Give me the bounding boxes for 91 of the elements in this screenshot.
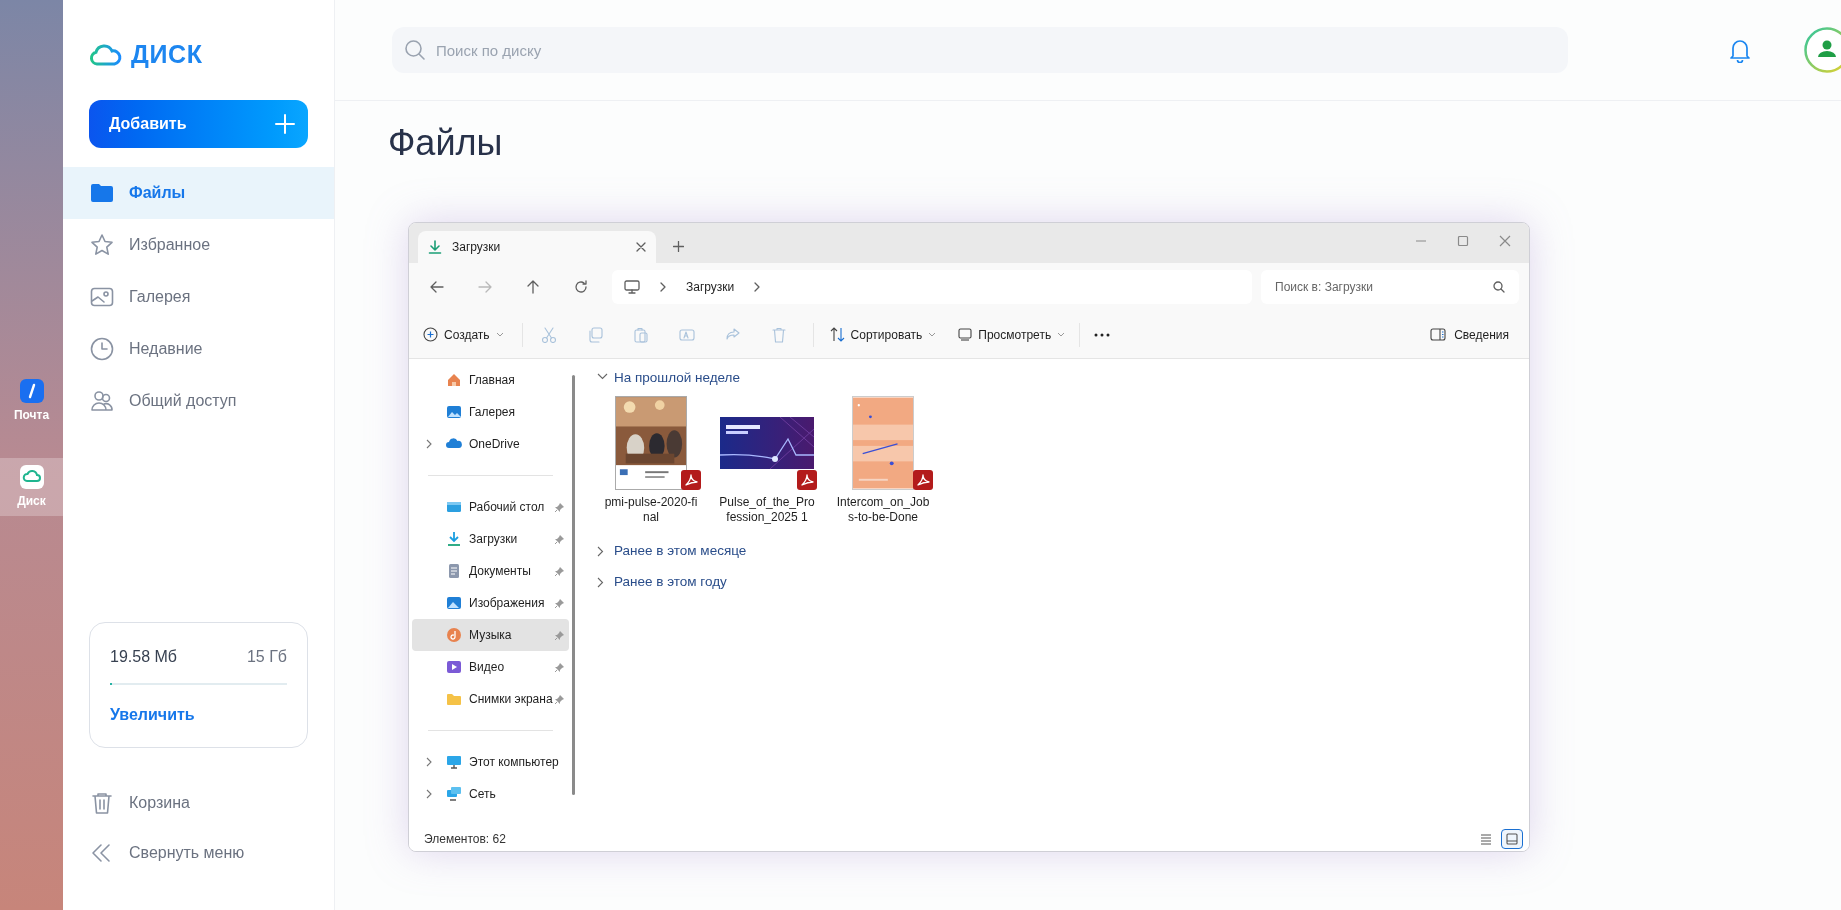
search-icon: [404, 39, 426, 61]
nav-pane-item[interactable]: Документы: [412, 555, 569, 587]
more-icon[interactable]: [1094, 332, 1111, 337]
upgrade-link[interactable]: Увеличить: [110, 706, 195, 723]
download-icon: [428, 240, 442, 254]
music-icon: [446, 627, 462, 643]
nav-pane-item[interactable]: Видео: [412, 651, 569, 683]
tiles-icon: [1503, 830, 1521, 848]
avatar-icon[interactable]: [1804, 27, 1841, 73]
chevron-right-icon[interactable]: [426, 789, 432, 799]
details-button[interactable]: Сведения: [1430, 325, 1509, 344]
disk-app-icon: [19, 464, 44, 489]
search-field[interactable]: Поиск в: Загрузки: [1261, 270, 1519, 304]
plus-circle-icon: [423, 327, 438, 342]
desktop-icon: [446, 499, 462, 515]
folder-icon: [446, 691, 462, 707]
address-bar[interactable]: Загрузки: [612, 270, 1252, 304]
document-icon: [446, 563, 462, 579]
image-icon: [446, 595, 462, 611]
download-icon: [446, 531, 462, 547]
page-title: Файлы: [388, 121, 504, 165]
cloud-logo-icon: [89, 43, 123, 67]
caret-icon: [495, 332, 504, 337]
group-header[interactable]: На прошлой неделе: [597, 365, 1529, 391]
star-icon: [89, 232, 115, 258]
status-text: Элементов: 62: [424, 831, 506, 848]
file-item[interactable]: Intercom_on_Jobs-to-be-Done: [831, 395, 935, 525]
used-space: 19.58 Мб: [110, 647, 177, 667]
nav-item[interactable]: Недавние: [63, 323, 334, 375]
pdf-icon: [913, 470, 933, 490]
monitor-icon: [624, 280, 640, 294]
trash-icon: [89, 790, 115, 816]
logo-text: ДИСК: [131, 39, 203, 71]
nav-item[interactable]: Общий доступ: [63, 375, 334, 427]
nav-item[interactable]: Галерея: [63, 271, 334, 323]
up-arrow-icon[interactable]: [526, 280, 540, 294]
chevron-right-icon[interactable]: [426, 757, 432, 767]
nav-pane-item[interactable]: Галерея: [412, 396, 569, 428]
home-icon: [446, 372, 462, 388]
back-arrow-icon[interactable]: [430, 280, 444, 294]
search-field[interactable]: Поиск по диску: [392, 27, 1568, 73]
nav-item[interactable]: Избранное: [63, 219, 334, 271]
mail-app-icon: [19, 378, 44, 403]
nav-item[interactable]: Файлы: [63, 167, 334, 219]
breadcrumb-item[interactable]: Загрузки: [686, 278, 735, 296]
nav-pane-item[interactable]: Рабочий стол: [412, 491, 569, 523]
nav-item[interactable]: Свернуть меню: [63, 828, 334, 878]
group-header[interactable]: Ранее в этом месяце: [597, 538, 1529, 564]
refresh-icon[interactable]: [574, 280, 588, 294]
tile-view-button[interactable]: [1501, 829, 1523, 849]
pdf-icon: [797, 470, 817, 490]
nav-pane-item[interactable]: Этот компьютер: [412, 746, 569, 778]
explorer-tab[interactable]: Загрузки: [418, 231, 656, 263]
group-header[interactable]: Ранее в этом году: [597, 569, 1529, 595]
computer-icon: [446, 754, 462, 770]
plus-icon: [274, 113, 296, 135]
nav-pane-item[interactable]: Изображения: [412, 587, 569, 619]
add-button[interactable]: Добавить: [89, 100, 308, 148]
file-item[interactable]: Pulse_of_the_Profession_2025 1: [715, 395, 819, 525]
nav-item[interactable]: Корзина: [63, 778, 334, 828]
create-button[interactable]: Создать: [423, 325, 504, 344]
chevron-right-icon: [754, 282, 761, 292]
chevron-right-icon[interactable]: [426, 439, 432, 449]
details-pane-icon: [1430, 328, 1447, 341]
pdf-icon: [681, 470, 701, 490]
plus-icon[interactable]: [673, 240, 684, 252]
video-icon: [446, 659, 462, 675]
monitor-icon: [958, 328, 973, 341]
close-icon[interactable]: [636, 242, 646, 252]
maximize-icon[interactable]: [1457, 235, 1469, 247]
close-icon[interactable]: [1499, 235, 1511, 247]
network-icon: [446, 786, 462, 802]
people-icon: [89, 388, 115, 414]
clock-icon: [89, 336, 115, 362]
sort-icon: [829, 327, 845, 342]
nav-pane-item[interactable]: Музыка: [412, 619, 569, 651]
file-item[interactable]: pmi-pulse-2020-final: [599, 395, 703, 525]
gallery-icon: [446, 404, 462, 420]
chevron-right-icon: [660, 282, 666, 292]
caret-icon: [1057, 332, 1066, 337]
nav-pane-item[interactable]: Снимки экрана: [412, 683, 569, 715]
caret-icon: [928, 332, 937, 337]
nav-pane-item[interactable]: Главная: [412, 364, 569, 396]
total-space: 15 Гб: [246, 647, 287, 667]
bell-icon[interactable]: [1728, 37, 1752, 63]
search-icon: [1493, 281, 1505, 293]
nav-pane-item[interactable]: OneDrive: [412, 428, 569, 460]
view-button[interactable]: Просмотреть: [958, 325, 1066, 344]
nav-pane-item[interactable]: Загрузки: [412, 523, 569, 555]
nav-pane-item[interactable]: Сеть: [412, 778, 569, 810]
sort-button[interactable]: Сортировать: [829, 325, 937, 344]
